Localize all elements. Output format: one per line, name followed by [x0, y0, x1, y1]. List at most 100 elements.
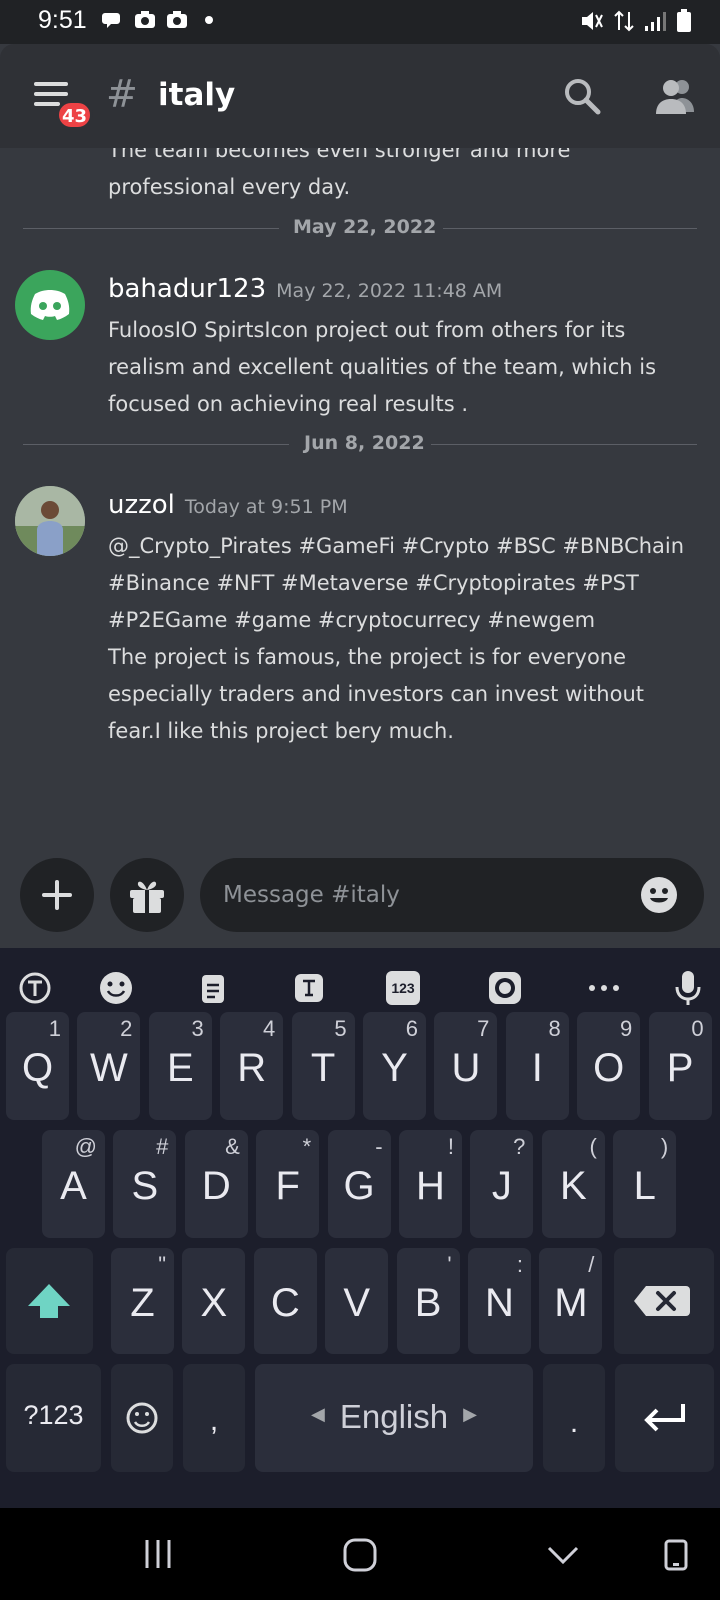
whatsapp-icon[interactable]	[485, 968, 525, 1008]
clipboard-icon[interactable]	[193, 968, 233, 1008]
key-w[interactable]: 2W	[77, 1012, 141, 1120]
status-time: 9:51	[38, 6, 87, 34]
message-timestamp: May 22, 2022 11:48 AM	[276, 280, 503, 302]
shift-key[interactable]	[6, 1248, 93, 1354]
key-y[interactable]: 6Y	[363, 1012, 426, 1120]
backspace-key[interactable]	[614, 1248, 714, 1354]
gift-button[interactable]	[110, 858, 184, 932]
key-v[interactable]: V	[325, 1248, 389, 1354]
data-arrows-icon	[614, 10, 634, 32]
key-n[interactable]: :N	[468, 1248, 531, 1354]
language-right-arrow-icon: ▶	[463, 1404, 477, 1424]
key-b[interactable]: ' B	[396, 1248, 460, 1354]
key-x[interactable]: X	[182, 1248, 246, 1354]
discord-logo-icon	[30, 290, 70, 320]
author-name[interactable]: uzzol	[108, 490, 175, 520]
key-h[interactable]: ! H	[399, 1130, 462, 1238]
key-d[interactable]: & D	[184, 1130, 248, 1238]
number-pad-button[interactable]: 123	[386, 971, 420, 1005]
key-hint: 2	[120, 1016, 133, 1041]
camera-icon	[167, 11, 187, 28]
symbols-key[interactable]: ?123	[6, 1364, 101, 1472]
text-edit-icon[interactable]	[289, 968, 329, 1008]
enter-key[interactable]	[615, 1364, 714, 1472]
key-hint: -	[375, 1134, 383, 1159]
key-label: H	[416, 1164, 445, 1208]
key-r[interactable]: 4R	[220, 1012, 284, 1120]
emoji-icon[interactable]	[96, 968, 136, 1008]
key-hint: 8	[548, 1016, 561, 1041]
key-f[interactable]: * F	[256, 1130, 320, 1238]
chat-bubble-icon	[102, 13, 120, 28]
key-o[interactable]: 9O	[577, 1012, 641, 1120]
recent-apps-icon[interactable]	[142, 1538, 174, 1570]
key-m[interactable]: / M	[539, 1248, 603, 1354]
key-hint: '	[447, 1252, 452, 1277]
microphone-icon[interactable]	[668, 968, 708, 1008]
hide-keyboard-icon[interactable]	[546, 1538, 580, 1572]
author-name[interactable]: bahadur123	[108, 274, 266, 304]
key-z[interactable]: " Z	[111, 1248, 174, 1354]
key-label: Q	[21, 1046, 54, 1090]
partial-message-text: The team becomes even stronger and more …	[108, 148, 571, 199]
key-label: C	[270, 1281, 300, 1325]
search-icon[interactable]	[562, 76, 602, 116]
channel-title: italy	[158, 77, 236, 113]
comma-key[interactable]: ,	[183, 1364, 245, 1472]
key-a[interactable]: @ A	[42, 1130, 105, 1238]
key-hint: /	[588, 1252, 595, 1277]
members-icon[interactable]	[652, 76, 698, 116]
key-k[interactable]: (K	[541, 1130, 605, 1238]
key-hint: 3	[191, 1016, 204, 1041]
period-key[interactable]: .	[543, 1364, 605, 1472]
key-hint: 6	[405, 1016, 418, 1041]
key-label: U	[451, 1046, 481, 1090]
key-hint: 7	[477, 1016, 490, 1041]
key-j[interactable]: ? J	[470, 1130, 534, 1238]
dot-icon	[205, 16, 213, 24]
key-label: R	[237, 1046, 267, 1090]
key-p[interactable]: 0P	[648, 1012, 712, 1120]
translate-icon[interactable]	[15, 968, 55, 1008]
key-g[interactable]: -G	[327, 1130, 391, 1238]
key-s[interactable]: # S	[113, 1130, 177, 1238]
key-hint: !	[447, 1134, 454, 1159]
message-header: bahadur123 May 22, 2022 11:48 AM	[108, 274, 502, 304]
emoji-icon[interactable]	[640, 876, 678, 914]
key-label: T	[310, 1046, 336, 1090]
date-divider-label: May 22, 2022	[293, 216, 437, 238]
key-hint: "	[158, 1252, 166, 1277]
key-label: X	[200, 1281, 228, 1325]
message-composer: Message #italy	[0, 838, 720, 948]
key-t[interactable]: 5T	[291, 1012, 355, 1120]
message-timestamp: Today at 9:51 PM	[184, 496, 348, 518]
message-input[interactable]: Message #italy	[200, 858, 704, 932]
key-hint: *	[302, 1134, 312, 1159]
key-u[interactable]: 7U	[434, 1012, 498, 1120]
key-label: J	[491, 1164, 512, 1208]
key-hint: &	[225, 1134, 240, 1159]
emoji-key[interactable]	[111, 1364, 173, 1472]
message-list[interactable]: The team becomes even stronger and more …	[0, 148, 720, 838]
add-attachment-button[interactable]	[20, 858, 94, 932]
more-options-icon[interactable]	[584, 968, 624, 1008]
keyboard-switch-icon[interactable]	[663, 1538, 689, 1572]
key-label: P	[666, 1046, 694, 1090]
avatar[interactable]	[15, 270, 85, 340]
key-hint: ?	[513, 1134, 526, 1159]
home-icon[interactable]	[343, 1538, 377, 1572]
camera-icon	[135, 11, 155, 28]
avatar[interactable]	[15, 486, 85, 556]
channel-hash-icon: #	[106, 72, 138, 116]
key-i[interactable]: 8I	[505, 1012, 569, 1120]
emoji-outline-icon	[126, 1402, 158, 1434]
key-l[interactable]: ) L	[613, 1130, 677, 1238]
key-hint: 4	[262, 1016, 276, 1041]
key-c[interactable]: C	[253, 1248, 317, 1354]
battery-icon	[677, 9, 691, 32]
key-label: G	[343, 1164, 375, 1208]
key-q[interactable]: 1Q	[6, 1012, 69, 1120]
space-key[interactable]: ◀ English ▶	[255, 1364, 533, 1472]
mute-icon	[582, 12, 603, 30]
key-e[interactable]: 3E	[148, 1012, 212, 1120]
